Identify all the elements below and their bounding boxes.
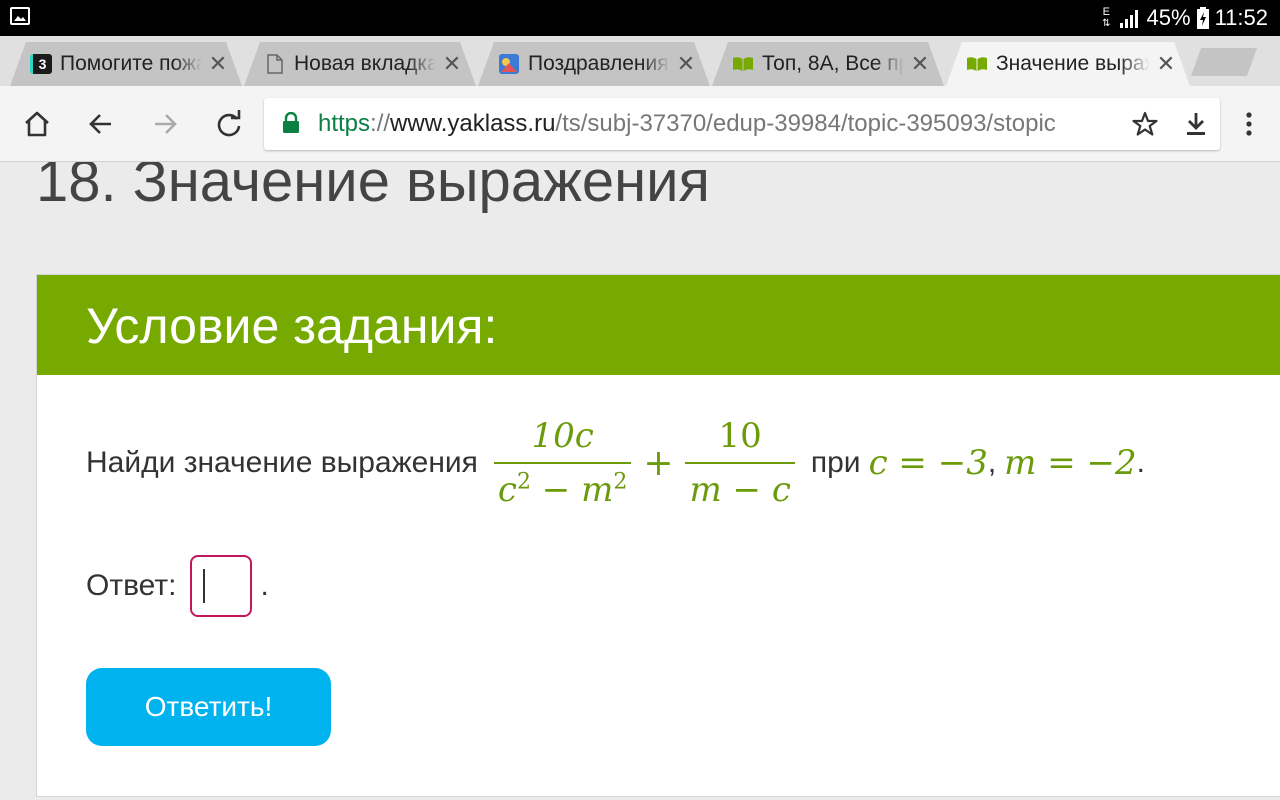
- fraction-1-denominator: c2 − m2: [493, 462, 632, 510]
- answer-suffix: .: [260, 569, 269, 602]
- url-text[interactable]: https://www.yaklass.ru/ts/subj-37370/edu…: [318, 110, 1118, 138]
- bookmark-star-icon[interactable]: [1132, 111, 1158, 142]
- fraction-2-denominator: m − c: [685, 462, 795, 510]
- menu-icon[interactable]: [1230, 105, 1268, 143]
- battery-charging-icon: [1196, 7, 1209, 29]
- address-bar[interactable]: https://www.yaklass.ru/ts/subj-37370/edu…: [264, 98, 1220, 150]
- signal-icon: [1119, 10, 1138, 28]
- fraction-2: 10 m − c: [685, 416, 795, 510]
- period: .: [1136, 446, 1145, 479]
- condition-m: m = −2: [1004, 443, 1137, 483]
- lock-icon[interactable]: [282, 111, 300, 139]
- page-icon: [264, 53, 286, 75]
- clock: 11:52: [1214, 5, 1268, 30]
- tab-1[interactable]: 3 Помогите пожалуйста ✕: [10, 42, 242, 86]
- tab-2[interactable]: Новая вкладка ✕: [244, 42, 476, 86]
- answer-label: Ответ:: [86, 569, 177, 602]
- tab-title: Топ, 8А, Все предметы: [762, 52, 904, 75]
- close-icon[interactable]: ✕: [676, 51, 696, 77]
- download-icon[interactable]: [1177, 105, 1215, 143]
- at-word: при: [810, 446, 861, 479]
- answer-input[interactable]: [190, 555, 253, 617]
- task-condition-heading: Условие задания:: [86, 298, 498, 354]
- gallery-notification-icon: [10, 7, 30, 25]
- page-title: 18. Значение выражения: [36, 162, 710, 214]
- tab-title: Значение выражения: [996, 52, 1150, 75]
- task-card: Условие задания: Найди значение выражени…: [36, 274, 1280, 797]
- tab-title: Поздравления: [528, 52, 669, 75]
- new-tab-button[interactable]: [1190, 48, 1258, 76]
- close-icon[interactable]: ✕: [208, 51, 228, 77]
- tab-5-active[interactable]: Значение выражения ✕: [946, 42, 1190, 86]
- submit-answer-button[interactable]: Ответить!: [86, 668, 331, 746]
- forward-icon[interactable]: [146, 105, 184, 143]
- plus-sign: +: [643, 442, 674, 484]
- tab-3[interactable]: Поздравления ✕: [478, 42, 710, 86]
- comma: ,: [987, 446, 997, 479]
- condition-c: c = −3: [868, 443, 988, 483]
- task-card-header: Условие задания:: [37, 275, 1280, 375]
- fraction-1: 10c c2 − m2: [493, 416, 632, 510]
- book-icon: [966, 53, 988, 75]
- page-content: 18. Значение выражения Условие задания: …: [0, 162, 1280, 800]
- browser-toolbar: https://www.yaklass.ru/ts/subj-37370/edu…: [0, 86, 1280, 162]
- network-type-icon: E ⇅: [1102, 6, 1111, 30]
- tab-4[interactable]: Топ, 8А, Все предметы ✕: [712, 42, 944, 86]
- back-icon[interactable]: [82, 105, 120, 143]
- tab-title: Помогите пожалуйста: [60, 52, 202, 75]
- book-icon: [732, 53, 754, 75]
- close-icon[interactable]: ✕: [910, 51, 930, 77]
- text-caret: [203, 569, 206, 603]
- battery-percent: 45%: [1146, 5, 1191, 30]
- site-icon: [498, 53, 520, 75]
- reload-icon[interactable]: [210, 105, 248, 143]
- status-bar: E ⇅ 45% 11:52: [0, 0, 1280, 36]
- close-icon[interactable]: ✕: [442, 51, 462, 77]
- math-expression: 10c c2 − m2 + 10 m − c: [488, 416, 801, 510]
- znanija-icon: 3: [30, 53, 52, 75]
- answer-row: Ответ: .: [86, 555, 269, 617]
- fraction-2-numerator: 10: [718, 416, 762, 456]
- fraction-1-numerator: 10c: [531, 416, 594, 456]
- home-icon[interactable]: [18, 105, 56, 143]
- tab-strip: 3 Помогите пожалуйста ✕ Новая вкладка ✕ …: [0, 36, 1280, 86]
- tab-title: Новая вкладка: [294, 52, 436, 75]
- problem-prefix: Найди значение выражения: [86, 446, 478, 479]
- close-icon[interactable]: ✕: [1156, 51, 1176, 77]
- problem-statement: Найди значение выражения 10c c2 − m2 + 1…: [86, 413, 1145, 513]
